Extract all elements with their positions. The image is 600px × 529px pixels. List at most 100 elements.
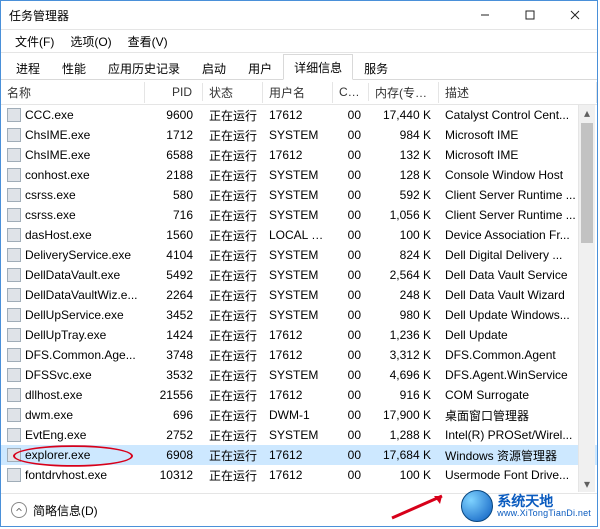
tab-5[interactable]: 详细信息 (283, 54, 353, 80)
minimize-button[interactable] (462, 1, 507, 29)
process-name: explorer.exe (25, 448, 90, 462)
col-pid[interactable]: PID (145, 83, 203, 101)
tab-3[interactable]: 启动 (191, 55, 237, 80)
app-icon (7, 128, 21, 142)
process-cpu: 00 (333, 306, 369, 324)
process-cpu: 00 (333, 186, 369, 204)
tab-1[interactable]: 性能 (51, 55, 97, 80)
table-row[interactable]: DellDataVault.exe5492正在运行SYSTEM002,564 K… (1, 265, 597, 285)
vertical-scrollbar[interactable]: ▴ ▾ (578, 105, 595, 492)
table-row[interactable]: DFSSvc.exe3532正在运行SYSTEM004,696 KDFS.Age… (1, 365, 597, 385)
process-list[interactable]: CCC.exe9600正在运行176120017,440 KCatalyst C… (1, 105, 597, 485)
col-cpu[interactable]: CPU (333, 83, 369, 101)
scroll-up-icon[interactable]: ▴ (579, 105, 595, 121)
footer-bar: 简略信息(D) (1, 493, 597, 526)
process-name: DellDataVault.exe (25, 268, 120, 282)
process-pid: 6908 (145, 446, 203, 464)
process-memory: 132 K (369, 146, 439, 164)
process-memory: 1,236 K (369, 326, 439, 344)
process-status: 正在运行 (203, 165, 263, 186)
task-manager-window: 任务管理器 文件(F) 选项(O) 查看(V) 进程性能应用历史记录启动用户详细… (0, 0, 598, 527)
process-cpu: 00 (333, 446, 369, 464)
process-memory: 100 K (369, 466, 439, 484)
table-row[interactable]: DFS.Common.Age...3748正在运行17612003,312 KD… (1, 345, 597, 365)
process-name: dasHost.exe (25, 228, 92, 242)
process-status: 正在运行 (203, 205, 263, 226)
process-cpu: 00 (333, 146, 369, 164)
table-row[interactable]: dasHost.exe1560正在运行LOCAL SE...00100 KDev… (1, 225, 597, 245)
process-user: SYSTEM (263, 126, 333, 144)
chevron-down-icon[interactable] (11, 502, 27, 518)
process-status: 正在运行 (203, 385, 263, 406)
process-memory: 17,684 K (369, 446, 439, 464)
menu-options[interactable]: 选项(O) (62, 31, 119, 52)
table-row[interactable]: explorer.exe6908正在运行176120017,684 KWindo… (1, 445, 597, 465)
process-desc: Usermode Font Drive... (439, 466, 597, 484)
app-icon (7, 448, 21, 462)
process-user: SYSTEM (263, 186, 333, 204)
table-row[interactable]: csrss.exe716正在运行SYSTEM001,056 KClient Se… (1, 205, 597, 225)
process-name: ChsIME.exe (25, 128, 90, 142)
window-controls (462, 1, 597, 29)
process-desc: DFS.Common.Agent (439, 346, 597, 364)
scroll-thumb[interactable] (581, 123, 593, 243)
scroll-down-icon[interactable]: ▾ (579, 476, 595, 492)
tab-2[interactable]: 应用历史记录 (97, 55, 191, 80)
col-status[interactable]: 状态 (203, 82, 263, 103)
table-row[interactable]: DellUpTray.exe1424正在运行17612001,236 KDell… (1, 325, 597, 345)
maximize-button[interactable] (507, 1, 552, 29)
process-pid: 3748 (145, 346, 203, 364)
process-pid: 1712 (145, 126, 203, 144)
process-status: 正在运行 (203, 345, 263, 366)
table-row[interactable]: ChsIME.exe6588正在运行1761200132 KMicrosoft … (1, 145, 597, 165)
process-pid: 2188 (145, 166, 203, 184)
process-user: SYSTEM (263, 166, 333, 184)
process-desc: Dell Data Vault Wizard (439, 286, 597, 304)
close-button[interactable] (552, 1, 597, 29)
menu-file[interactable]: 文件(F) (7, 31, 62, 52)
menubar: 文件(F) 选项(O) 查看(V) (1, 30, 597, 53)
process-desc: DFS.Agent.WinService (439, 366, 597, 384)
table-row[interactable]: ChsIME.exe1712正在运行SYSTEM00984 KMicrosoft… (1, 125, 597, 145)
app-icon (7, 288, 21, 302)
titlebar[interactable]: 任务管理器 (1, 1, 597, 30)
table-row[interactable]: fontdrvhost.exe10312正在运行1761200100 KUser… (1, 465, 597, 485)
menu-view[interactable]: 查看(V) (120, 31, 176, 52)
process-status: 正在运行 (203, 325, 263, 346)
process-status: 正在运行 (203, 185, 263, 206)
process-status: 正在运行 (203, 425, 263, 446)
process-desc: Console Window Host (439, 166, 597, 184)
process-memory: 2,564 K (369, 266, 439, 284)
table-row[interactable]: EvtEng.exe2752正在运行SYSTEM001,288 KIntel(R… (1, 425, 597, 445)
tab-0[interactable]: 进程 (5, 55, 51, 80)
col-user[interactable]: 用户名 (263, 82, 333, 103)
process-user: SYSTEM (263, 366, 333, 384)
process-memory: 248 K (369, 286, 439, 304)
table-row[interactable]: csrss.exe580正在运行SYSTEM00592 KClient Serv… (1, 185, 597, 205)
process-user: SYSTEM (263, 206, 333, 224)
process-memory: 17,440 K (369, 106, 439, 124)
table-row[interactable]: conhost.exe2188正在运行SYSTEM00128 KConsole … (1, 165, 597, 185)
table-row[interactable]: DellDataVaultWiz.e...2264正在运行SYSTEM00248… (1, 285, 597, 305)
process-cpu: 00 (333, 406, 369, 424)
table-row[interactable]: DellUpService.exe3452正在运行SYSTEM00980 KDe… (1, 305, 597, 325)
tab-6[interactable]: 服务 (353, 55, 399, 80)
process-status: 正在运行 (203, 245, 263, 266)
process-desc: Catalyst Control Cent... (439, 106, 597, 124)
process-cpu: 00 (333, 266, 369, 284)
process-name: dllhost.exe (25, 388, 82, 402)
process-user: SYSTEM (263, 426, 333, 444)
fewer-details-link[interactable]: 简略信息(D) (33, 502, 98, 519)
table-row[interactable]: DeliveryService.exe4104正在运行SYSTEM00824 K… (1, 245, 597, 265)
col-name[interactable]: 名称 (1, 82, 145, 103)
process-desc: Microsoft IME (439, 126, 597, 144)
process-cpu: 00 (333, 386, 369, 404)
table-row[interactable]: dllhost.exe21556正在运行1761200916 KCOM Surr… (1, 385, 597, 405)
app-icon (7, 168, 21, 182)
col-desc[interactable]: 描述 (439, 82, 597, 103)
tab-4[interactable]: 用户 (237, 55, 283, 80)
process-name: CCC.exe (25, 108, 74, 122)
table-row[interactable]: dwm.exe696正在运行DWM-10017,900 K桌面窗口管理器 (1, 405, 597, 425)
table-row[interactable]: CCC.exe9600正在运行176120017,440 KCatalyst C… (1, 105, 597, 125)
col-mem[interactable]: 内存(专用... (369, 82, 439, 103)
